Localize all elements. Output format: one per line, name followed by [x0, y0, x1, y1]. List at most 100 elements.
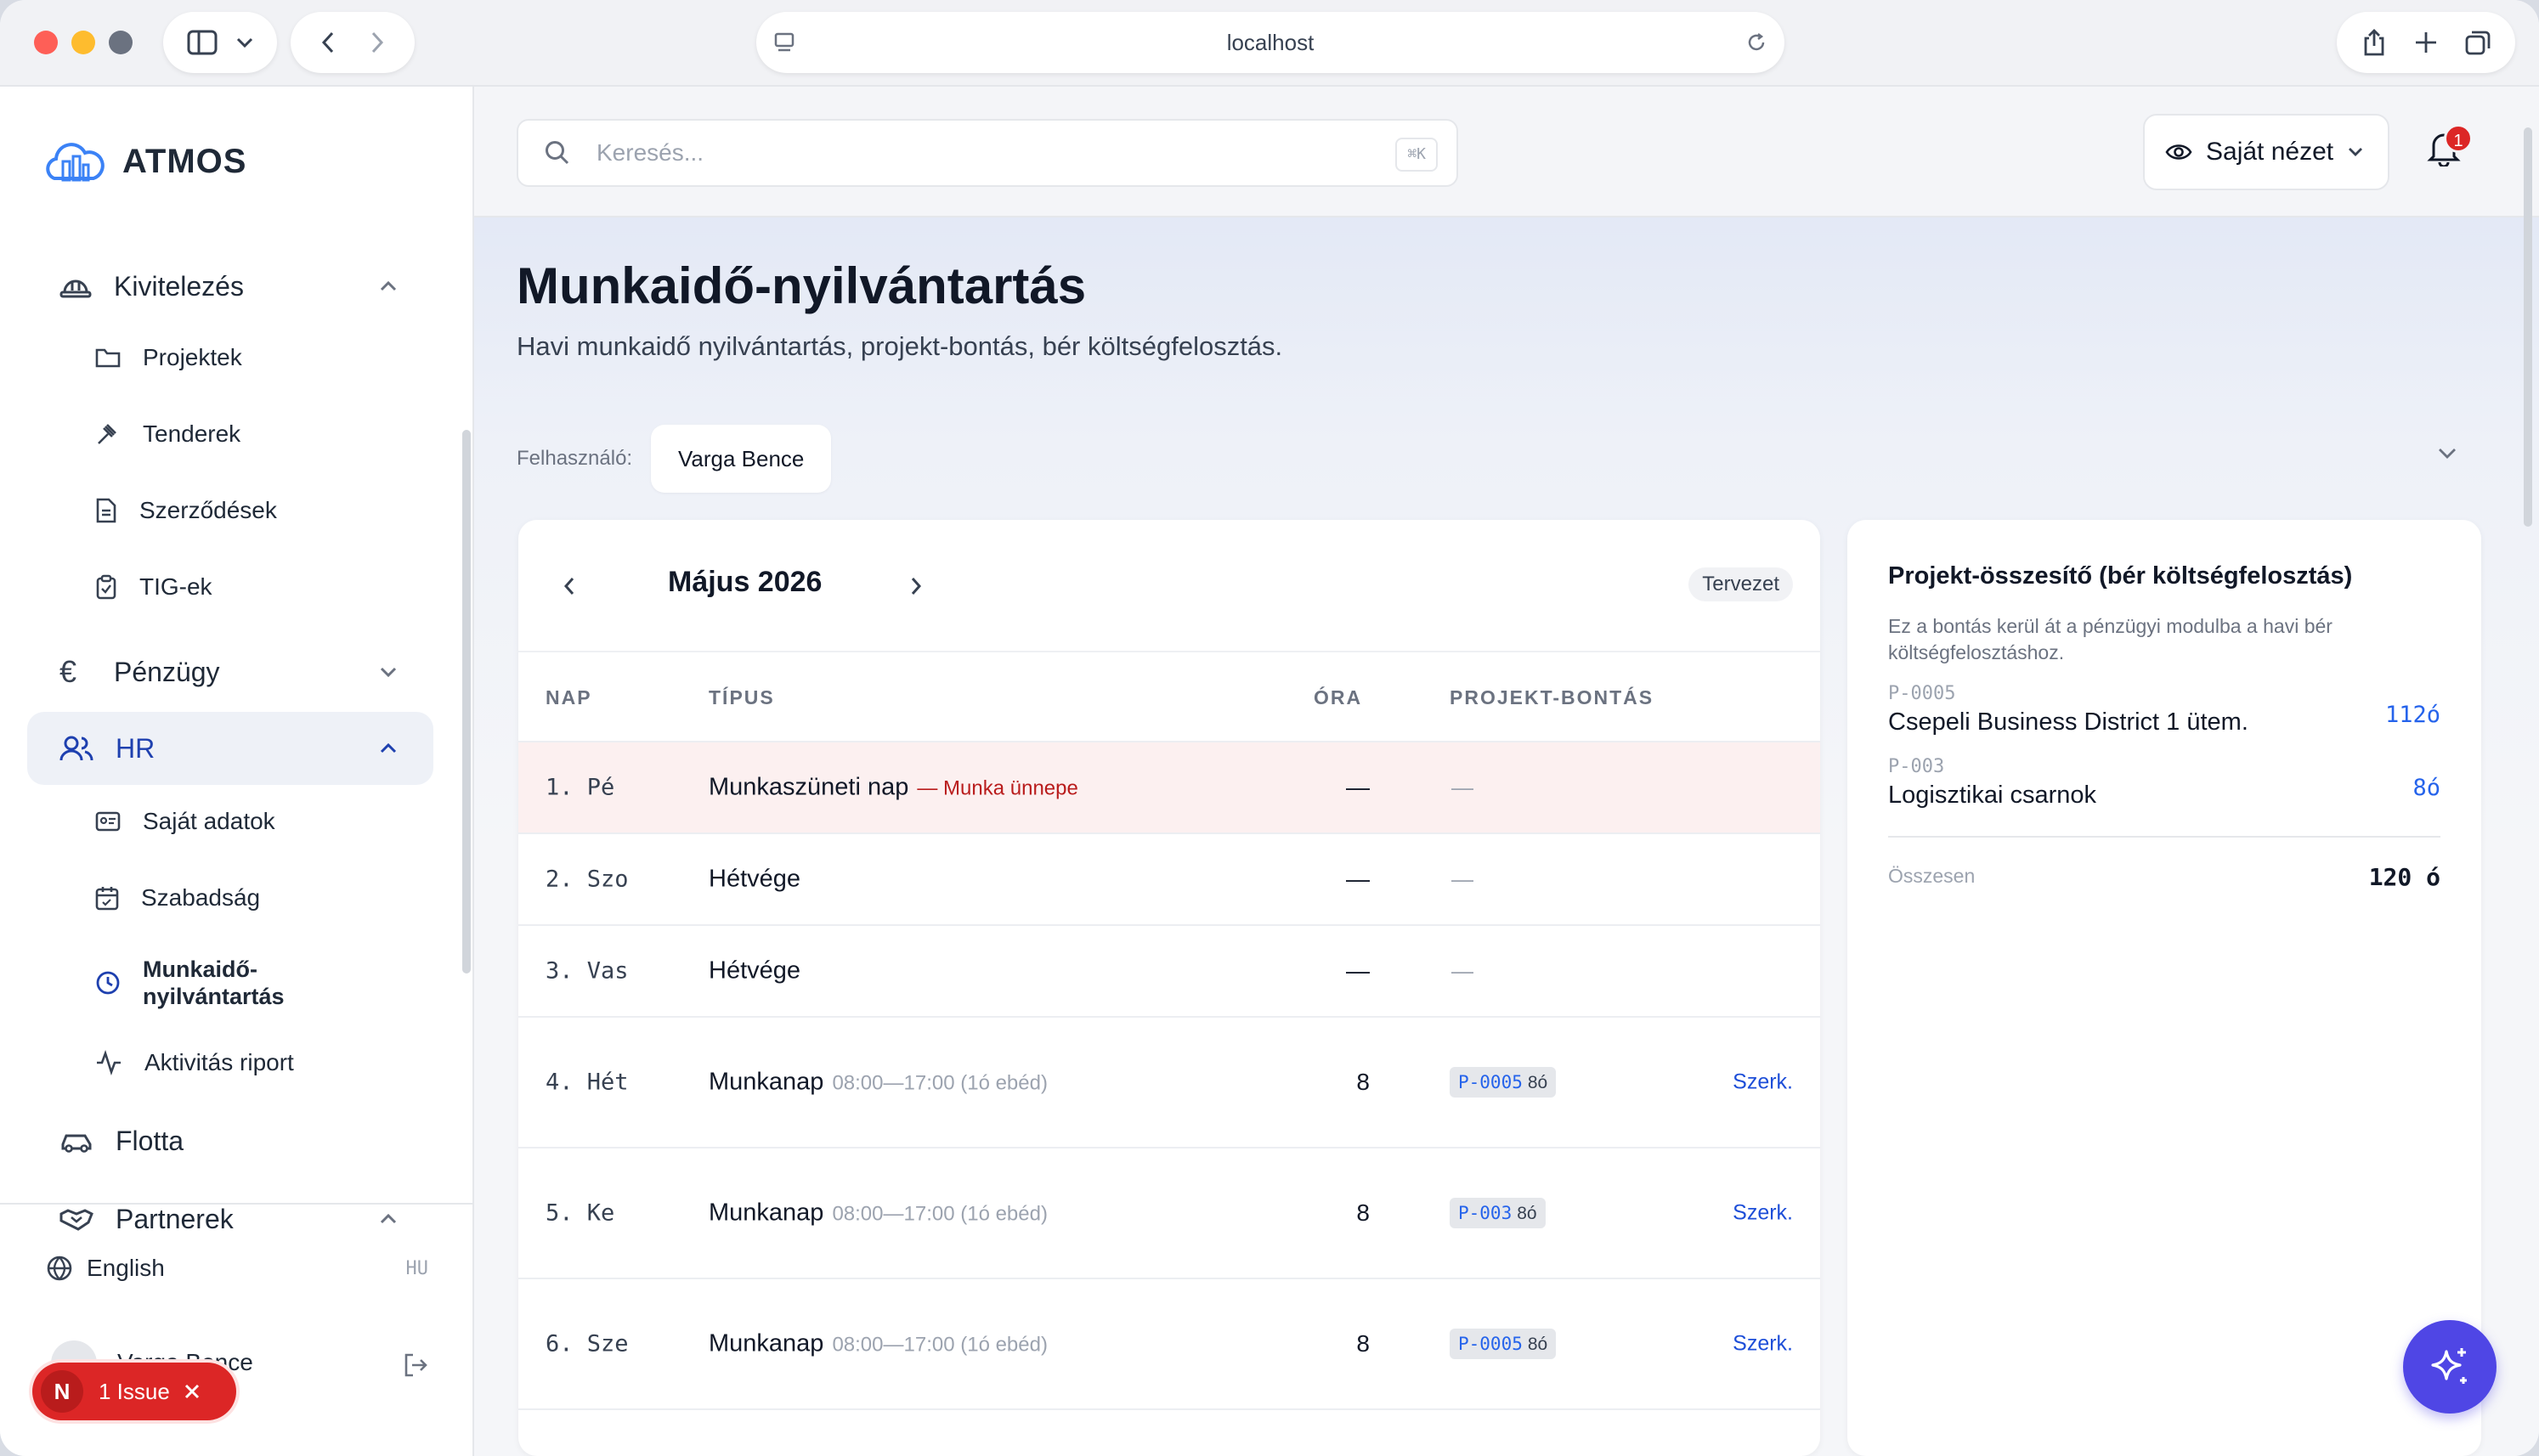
- sidebar-section-partnerek[interactable]: Partnerek: [27, 1182, 433, 1256]
- table-row[interactable]: 4. Hét Munkanap 08:00—17:00 (1ó ebéd) 8 P…: [518, 1018, 1820, 1148]
- sidebar-scrollbar[interactable]: [462, 430, 471, 973]
- language-code: HU: [405, 1257, 429, 1279]
- row-hours: —: [1346, 957, 1370, 984]
- sidebar-section-label: Flotta: [116, 1125, 184, 1156]
- sidebar-item-label: TIG-ek: [139, 573, 212, 600]
- summary-project-name: Csepeli Business District 1 ütem.: [1888, 708, 2248, 736]
- project-hours: 8ó: [1517, 1204, 1537, 1223]
- summary-divider: [1888, 836, 2440, 838]
- page-subtitle: Havi munkaidő nyilvántartás, projekt-bon…: [517, 331, 1283, 361]
- sidebar-section-flotta[interactable]: Flotta: [27, 1104, 433, 1177]
- main-scrollbar[interactable]: [2524, 127, 2532, 527]
- reload-icon[interactable]: [1745, 31, 1767, 54]
- user-filter-select[interactable]: Varga Bence: [651, 425, 832, 493]
- table-row[interactable]: 1. Pé Munkaszüneti nap — Munka ünnepe — —: [518, 742, 1820, 834]
- row-hours: 8: [1356, 1069, 1370, 1095]
- row-hours: 8: [1356, 1199, 1370, 1226]
- sidebar-section-hr[interactable]: HR: [27, 712, 433, 785]
- url-text: localhost: [1226, 29, 1315, 55]
- edit-link[interactable]: Szerk.: [1733, 1070, 1793, 1095]
- car-icon: [61, 1134, 92, 1153]
- sidebar-item-projektek[interactable]: Projektek: [27, 326, 433, 389]
- sidebar-item-label: Szabadság: [141, 884, 261, 911]
- sidebar: ATMOS Kivitelezés Projektek Tenderek Sze…: [0, 87, 474, 1456]
- chevron-up-icon: [380, 1213, 397, 1224]
- project-chip: P-003 8ó: [1450, 1198, 1546, 1228]
- logout-icon[interactable]: [403, 1352, 428, 1378]
- address-bar[interactable]: localhost: [756, 12, 1784, 73]
- project-chip: P-0005 8ó: [1450, 1067, 1557, 1098]
- row-split: —: [1451, 957, 1473, 984]
- month-label: Május 2026: [668, 566, 823, 598]
- next-month-icon[interactable]: [909, 576, 923, 596]
- column-header-split: PROJEKT-BONTÁS: [1450, 686, 1654, 708]
- sidebar-item-szerzodesek[interactable]: Szerződések: [27, 479, 433, 542]
- project-hours: 8ó: [1527, 1073, 1548, 1092]
- sidebar-section-label: Kivitelezés: [114, 270, 244, 302]
- dev-issues-badge[interactable]: N 1 Issue: [32, 1363, 236, 1420]
- row-type-label: Munkaszüneti nap: [709, 773, 909, 801]
- forward-icon[interactable]: [370, 31, 385, 54]
- sidebar-section-penzugy[interactable]: € Pénzügy: [27, 635, 433, 708]
- chevron-down-icon: [236, 37, 253, 48]
- sidebar-item-tenderek[interactable]: Tenderek: [27, 403, 433, 466]
- language-switch[interactable]: English HU: [46, 1247, 428, 1290]
- row-day: 3. Vas: [546, 957, 629, 985]
- sidebar-item-tig-ek[interactable]: TIG-ek: [27, 556, 433, 618]
- table-row[interactable]: 5. Ke Munkanap 08:00—17:00 (1ó ebéd) 8 P-…: [518, 1148, 1820, 1279]
- close-window-button[interactable]: [34, 31, 58, 54]
- table-row[interactable]: 3. Vas Hétvége — —: [518, 926, 1820, 1018]
- close-icon[interactable]: [184, 1383, 201, 1400]
- search-input[interactable]: Keresés... ⌘K: [517, 119, 1458, 187]
- sidebar-section-kivitelezes[interactable]: Kivitelezés: [27, 250, 433, 323]
- brand-logo[interactable]: ATMOS: [42, 136, 246, 187]
- share-icon[interactable]: [2361, 28, 2388, 57]
- app-window: localhost ATMOS Kivitelezés Projektek Te…: [0, 0, 2539, 1456]
- sidebar-item-sajat-adatok[interactable]: Saját adatok: [27, 790, 433, 853]
- status-badge: Tervezet: [1688, 567, 1793, 601]
- row-type: Munkanap 08:00—17:00 (1ó ebéd): [709, 1069, 1048, 1097]
- sidebar-item-label: Szerződések: [139, 497, 277, 523]
- issue-count-label: 1 Issue: [99, 1378, 170, 1404]
- notification-badge: 1: [2444, 124, 2473, 153]
- column-header-type: TÍPUS: [709, 686, 775, 708]
- window-actions: [2337, 12, 2515, 73]
- sidebar-item-szabadsag[interactable]: Szabadság: [27, 866, 433, 929]
- ai-assistant-button[interactable]: [2403, 1320, 2497, 1414]
- id-card-icon: [95, 811, 121, 832]
- new-tab-icon[interactable]: [2413, 30, 2439, 55]
- top-bar: Keresés... ⌘K Saját nézet 1: [474, 87, 2539, 217]
- row-split: —: [1451, 866, 1473, 892]
- table-row[interactable]: 2. Szo Hétvége — —: [518, 834, 1820, 926]
- hard-hat-icon: [59, 279, 92, 298]
- edit-link[interactable]: Szerk.: [1733, 1201, 1793, 1226]
- sidebar-divider: [0, 1203, 472, 1205]
- sidebar-item-aktivitas-riport[interactable]: Aktivitás riport: [27, 1031, 433, 1094]
- user-filter-label: Felhasználó:: [517, 447, 633, 470]
- back-icon[interactable]: [320, 31, 336, 54]
- row-type: Munkaszüneti nap — Munka ünnepe: [709, 774, 1078, 802]
- table-row[interactable]: 6. Sze Munkanap 08:00—17:00 (1ó ebéd) 8 P…: [518, 1279, 1820, 1410]
- clipboard-icon: [96, 574, 116, 600]
- edit-link[interactable]: Szerk.: [1733, 1332, 1793, 1357]
- summary-total-value: 120 ó: [2368, 863, 2440, 891]
- eye-icon: [2165, 144, 2192, 160]
- maximize-window-button[interactable]: [109, 31, 133, 54]
- view-selector[interactable]: Saját nézet: [2143, 114, 2389, 190]
- row-type-label: Hétvége: [709, 957, 801, 985]
- view-label: Saját nézet: [2206, 138, 2334, 166]
- prev-month-icon[interactable]: [563, 576, 576, 596]
- summary-project-hours: 112ó: [2384, 702, 2440, 728]
- summary-project-code: P-0005: [1888, 683, 1956, 704]
- chevron-up-icon: [380, 742, 397, 753]
- summary-project-code: P-003: [1888, 756, 1945, 777]
- chevron-down-icon[interactable]: [2437, 447, 2457, 460]
- row-hours: —: [1346, 774, 1370, 800]
- minimize-window-button[interactable]: [71, 31, 95, 54]
- month-navigator: Május 2026 Tervezet: [518, 520, 1820, 652]
- tabs-overview-icon[interactable]: [2464, 29, 2491, 56]
- project-hours: 8ó: [1527, 1335, 1548, 1354]
- sidebar-section-label: HR: [116, 732, 156, 764]
- sidebar-item-munkaido[interactable]: Munkaidő-nyilvántartás: [27, 941, 433, 1024]
- sidebar-toggle-button[interactable]: [163, 12, 277, 73]
